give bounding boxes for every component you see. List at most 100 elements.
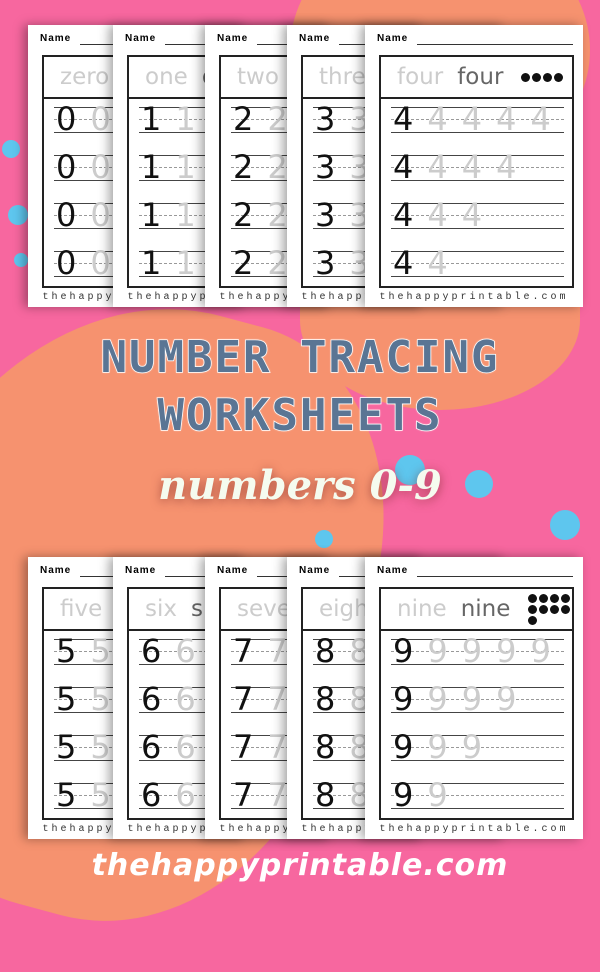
count-dot [528,593,538,603]
count-dot [532,72,542,82]
blue-dot [8,205,28,225]
trace-digit: 9 [530,632,551,670]
tracing-row: 99999 [391,633,564,669]
digit: 1 [141,196,162,234]
digit: 9 [393,680,414,718]
digit: 1 [141,148,162,186]
digits: 4444 [393,149,516,185]
digits: 55 [56,777,111,813]
digit: 5 [56,680,77,718]
trace-digit: 2 [267,100,288,138]
blue-dot [14,253,28,267]
tracing-row: 4444 [391,149,564,185]
name-label: Name [40,33,72,44]
digit: 7 [233,632,254,670]
digit: 2 [233,148,254,186]
worksheet-box: four four 4 4 4 4 4 4 4 4 4 4 4 4 4 4 [379,55,574,288]
name-label: Name [299,33,331,44]
digit: 8 [315,632,336,670]
tracing-row: 999 [391,729,564,765]
name-label: Name [299,565,331,576]
trace-digit: 0 [90,196,111,234]
count-dot [561,593,571,603]
tracing-row: 44 [391,245,564,281]
blue-dot [315,530,333,548]
word-header: nine nine [381,589,572,631]
trace-digit: 4 [427,148,448,186]
digits: 88 [315,777,370,813]
traced-word: one [145,64,188,90]
trace-digit: 0 [90,100,111,138]
digits: 99 [393,777,448,813]
name-label: Name [377,565,409,576]
count-dot [561,604,571,614]
trace-digit: 1 [175,148,196,186]
digit: 1 [141,244,162,282]
digits: 44 [393,245,448,281]
digit: 4 [393,100,414,138]
digits: 66 [141,777,196,813]
trace-digit: 2 [267,244,288,282]
digit: 0 [56,148,77,186]
trace-digit: 9 [427,728,448,766]
trace-digit: 4 [461,196,483,234]
worksheet-footer: thehappyprintable.com [379,292,569,303]
trace-digit: 4 [496,148,517,186]
digit: 2 [233,244,254,282]
name-line [417,44,573,45]
digits: 9999 [393,681,516,717]
worksheet-four: Name four four 4 4 4 4 4 4 4 4 4 4 4 4 4 4 thehappyprinta… [365,25,583,307]
count-dots [521,72,572,82]
trace-digit: 9 [427,776,448,814]
digit: 5 [56,632,77,670]
trace-digit: 9 [461,728,483,766]
digit: 3 [315,244,336,282]
trace-digit: 5 [90,680,111,718]
name-label: Name [377,33,409,44]
digit: 7 [233,776,254,814]
worksheet-nine: Name nine nine 9 9 9 9 9 9 9 9 9 9 9 9 9 9 thehappyprinta… [365,557,583,839]
trace-digit: 9 [427,632,448,670]
digit: 0 [56,244,77,282]
trace-digit: 4 [461,148,483,186]
trace-digit: 7 [267,680,288,718]
count-dot [554,72,564,82]
digit: 4 [393,148,414,186]
digits: 44444 [393,101,551,137]
traced-word: four [397,64,444,90]
count-dot [550,593,560,603]
trace-digit: 1 [175,244,196,282]
title-line-2: WORKSHEETS [157,389,443,442]
digits: 444 [393,197,482,233]
count-dot [528,615,538,625]
digit: 3 [315,196,336,234]
trace-digit: 7 [267,728,288,766]
title-line-1: NUMBER TRACING [100,331,500,384]
digit: 8 [315,728,336,766]
name-label: Name [125,33,157,44]
trace-digit: 1 [175,196,196,234]
tracing-row: 444 [391,197,564,233]
name-label: Name [40,565,72,576]
digit: 8 [315,680,336,718]
tracing-row: 44444 [391,101,564,137]
trace-digit: 9 [496,680,517,718]
trace-digit: 0 [90,148,111,186]
blue-dot [2,140,20,158]
name-line [417,576,573,577]
digit: 6 [141,728,162,766]
site-url: thehappyprintable.com [91,848,509,883]
digits: 99999 [393,633,551,669]
traced-word: six [145,596,177,622]
word: four [457,64,504,90]
digits: 00 [56,245,111,281]
digits: 77 [233,777,288,813]
digit: 4 [393,244,414,282]
blue-dot [550,510,580,540]
trace-digit: 4 [427,100,448,138]
name-label: Name [217,565,249,576]
trace-digit: 6 [175,632,196,670]
digit: 9 [393,728,414,766]
digit: 9 [393,632,414,670]
digit: 7 [233,680,254,718]
